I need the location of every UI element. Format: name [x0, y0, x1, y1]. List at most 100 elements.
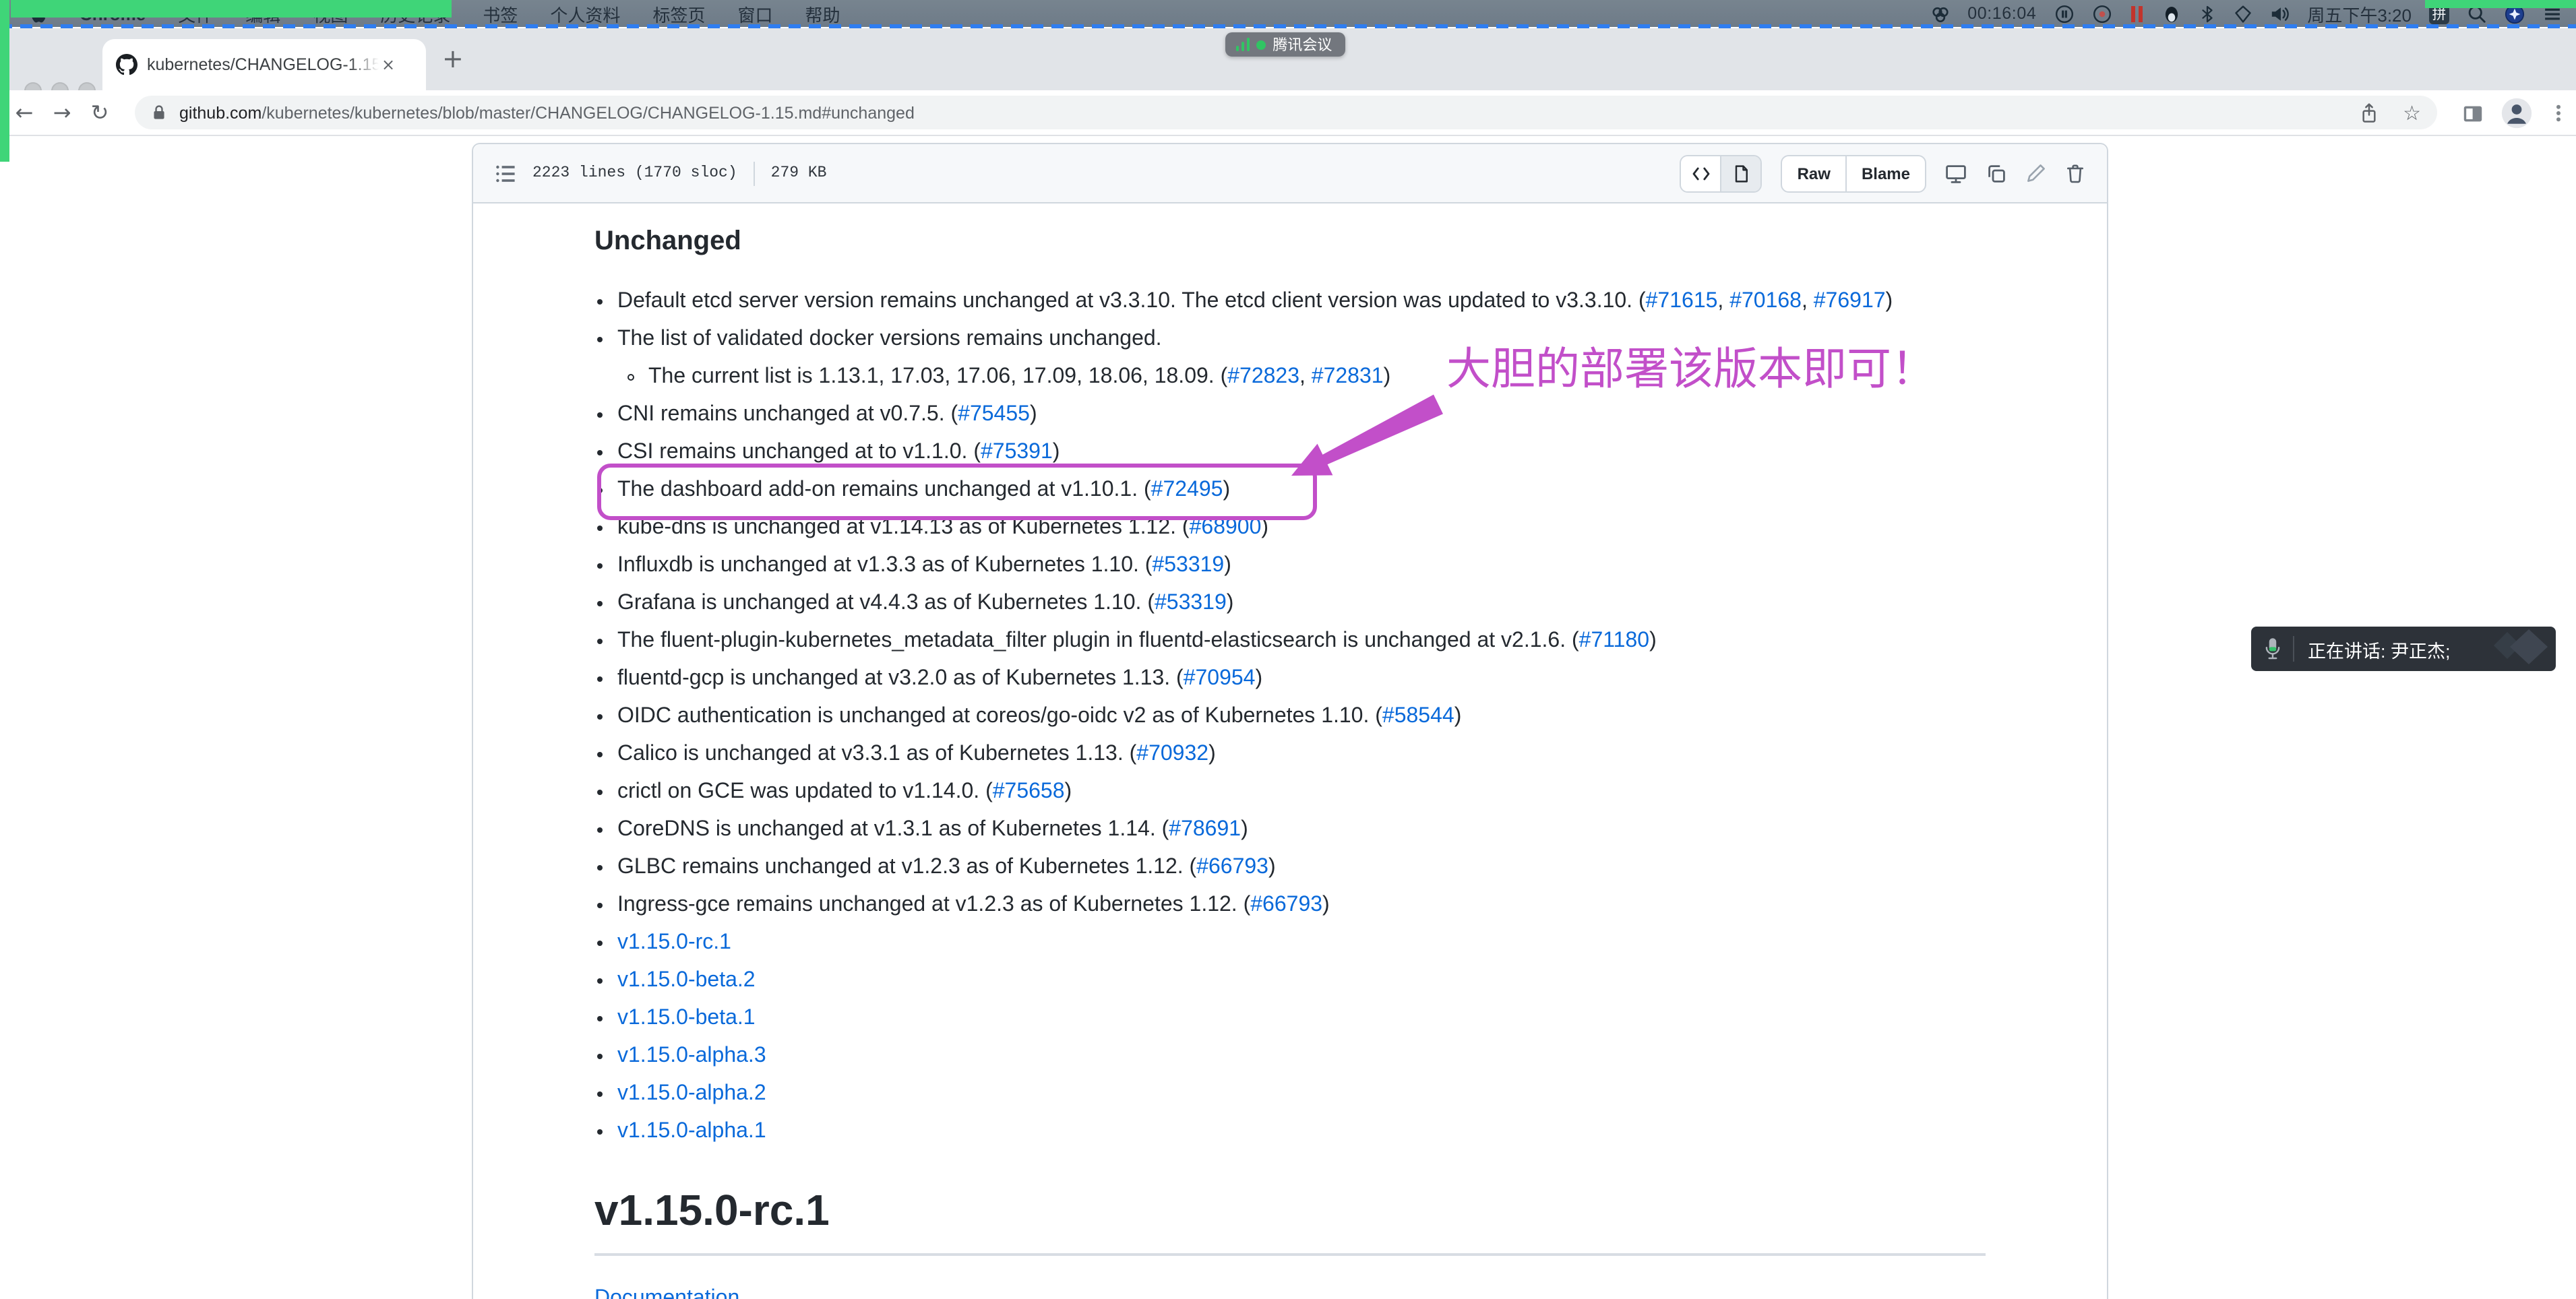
menu-item[interactable]: 个人资料 [550, 1, 620, 26]
issue-link[interactable]: #75455 [958, 403, 1030, 426]
annotation-arrow [1278, 380, 1453, 488]
browser-menu-icon[interactable] [2549, 102, 2568, 124]
changelog-text: , [1717, 290, 1729, 313]
sidebar-icon[interactable] [2461, 102, 2484, 125]
changelog-item: fluentd-gcp is unchanged at v3.2.0 as of… [617, 663, 1986, 695]
browser-tab[interactable]: kubernetes/CHANGELOG-1.15. × [102, 39, 426, 90]
issue-link[interactable]: #58544 [1382, 705, 1454, 728]
documentation-link[interactable]: Documentation [594, 1283, 739, 1299]
issue-link[interactable]: #53319 [1155, 592, 1227, 614]
issue-link[interactable]: #72495 [1151, 478, 1223, 501]
changelog-text: fluentd-gcp is unchanged at v3.2.0 as of… [617, 667, 1184, 690]
annotation-note: 大胆的部署该版本即可！ [1446, 344, 2013, 395]
screen: Chrome 文件编辑视图历史记录书签个人资料标签页窗口帮助 00:16:04 [0, 0, 2576, 1299]
raw-button[interactable]: Raw [1783, 156, 1845, 191]
changelog-item: v1.15.0-alpha.2 [617, 1078, 1986, 1110]
changelog-text: ) [1065, 780, 1072, 803]
qq-penguin-icon[interactable] [2161, 3, 2180, 24]
changelog-item: crictl on GCE was updated to v1.14.0. (#… [617, 776, 1986, 809]
tab-title: kubernetes/CHANGELOG-1.15. [147, 55, 379, 74]
stop-recording-icon[interactable] [2091, 3, 2112, 24]
changelog-text: CNI remains unchanged at v0.7.5. ( [617, 403, 958, 426]
issue-link[interactable]: #70954 [1184, 667, 1256, 690]
tab-close-icon[interactable]: × [381, 55, 395, 74]
issue-link[interactable]: v1.15.0-alpha.2 [617, 1082, 766, 1105]
view-mode-toggle [1680, 154, 1762, 192]
raw-blame-group: Raw Blame [1781, 154, 1926, 192]
new-tab-button[interactable]: + [442, 47, 464, 73]
issue-link[interactable]: #75658 [993, 780, 1065, 803]
screen-share-edge-strip [0, 0, 9, 162]
issue-link[interactable]: #70932 [1136, 742, 1208, 765]
blame-button[interactable]: Blame [1845, 156, 1925, 191]
meeting-watermark-icon [2491, 629, 2548, 668]
changelog-item: v1.15.0-rc.1 [617, 927, 1986, 959]
delete-trash-icon[interactable] [2065, 162, 2085, 184]
issue-link[interactable]: #78691 [1169, 818, 1241, 841]
changelog-text: CSI remains unchanged at to v1.1.0. ( [617, 441, 981, 464]
rendered-view-button[interactable] [1721, 156, 1761, 191]
issue-link[interactable]: #68900 [1190, 516, 1262, 539]
edit-pencil-icon[interactable] [2026, 163, 2046, 183]
meeting-app-icon[interactable] [1930, 3, 1950, 24]
menu-item[interactable]: 帮助 [805, 1, 840, 26]
menu-item[interactable]: 窗口 [737, 1, 772, 26]
issue-link[interactable]: #75391 [981, 441, 1053, 464]
issue-link[interactable]: v1.15.0-alpha.1 [617, 1120, 766, 1143]
reload-button[interactable]: ↻ [81, 100, 119, 125]
changelog-item: v1.15.0-alpha.1 [617, 1116, 1986, 1148]
volume-icon[interactable] [2269, 3, 2290, 24]
profile-avatar[interactable] [2501, 97, 2533, 129]
changelog-item: CoreDNS is unchanged at v1.3.1 as of Kub… [617, 814, 1986, 846]
table-of-contents-icon[interactable] [495, 162, 516, 184]
issue-link[interactable]: v1.15.0-beta.1 [617, 1007, 756, 1029]
meeting-label: 腾讯会议 [1272, 34, 1332, 55]
url-text: github.com/kubernetes/kubernetes/blob/ma… [179, 103, 2345, 122]
issue-link[interactable]: v1.15.0-beta.2 [617, 969, 756, 992]
forward-button[interactable]: → [43, 100, 81, 125]
issue-link[interactable]: v1.15.0-rc.1 [617, 931, 731, 954]
changelog-item: Ingress-gce remains unchanged at v1.2.3 … [617, 889, 1986, 922]
menu-item[interactable]: 标签页 [652, 1, 705, 26]
issue-link[interactable]: #66793 [1250, 893, 1322, 916]
speaking-toast: 正在讲话: 尹正杰; [2251, 627, 2556, 671]
red-pause-icon[interactable] [2129, 3, 2144, 24]
section-heading: Unchanged [594, 225, 1986, 259]
vpn-diamond-icon[interactable] [2233, 3, 2252, 24]
changelog-text: The list of validated docker versions re… [617, 327, 1162, 350]
markdown-body: Unchanged Default etcd server version re… [473, 203, 2107, 1299]
menu-item[interactable]: 书签 [483, 1, 518, 26]
changelog-item: GLBC remains unchanged at v1.2.3 as of K… [617, 852, 1986, 884]
issue-link[interactable]: #70168 [1729, 290, 1802, 313]
screen-share-dashed-border [0, 24, 2576, 28]
issue-link[interactable]: v1.15.0-alpha.3 [617, 1044, 766, 1067]
menu-bar-clock[interactable]: 周五下午3:20 [2307, 1, 2412, 26]
issue-link[interactable]: #53319 [1152, 554, 1224, 577]
changelog-text: CoreDNS is unchanged at v1.3.1 as of Kub… [617, 818, 1169, 841]
changelog-item: OIDC authentication is unchanged at core… [617, 701, 1986, 733]
code-view-button[interactable] [1682, 156, 1721, 191]
copy-icon[interactable] [1986, 162, 2007, 184]
issue-link[interactable]: #71615 [1646, 290, 1718, 313]
divider [754, 161, 755, 185]
issue-link[interactable]: #66793 [1196, 856, 1268, 879]
address-bar[interactable]: github.com/kubernetes/kubernetes/blob/ma… [135, 96, 2437, 129]
issue-link[interactable]: #76917 [1814, 290, 1886, 313]
bluetooth-icon[interactable] [2198, 3, 2215, 24]
url-host: github.com [179, 103, 262, 122]
changelog-text: ) [1241, 818, 1248, 841]
changelog-item: kube-dns is unchanged at v1.14.13 as of … [617, 512, 1986, 544]
share-icon[interactable] [2358, 102, 2379, 123]
bookmark-star-icon[interactable]: ☆ [2403, 100, 2421, 125]
meeting-status-pill[interactable]: 腾讯会议 [1225, 32, 1345, 57]
open-desktop-icon[interactable] [1945, 162, 1967, 184]
changelog-item-highlighted: The dashboard add-on remains unchanged a… [617, 474, 1986, 507]
version-heading: v1.15.0-rc.1 [594, 1183, 1986, 1256]
back-button[interactable]: ← [5, 100, 43, 125]
pause-recording-icon[interactable] [2054, 3, 2074, 24]
changelog-item: Influxdb is unchanged at v1.3.3 as of Ku… [617, 550, 1986, 582]
issue-link[interactable]: #71180 [1579, 629, 1649, 652]
changelog-text: The fluent-plugin-kubernetes_metadata_fi… [617, 629, 1579, 652]
changelog-text: ) [1227, 592, 1234, 614]
changelog-text: ) [1255, 667, 1262, 690]
